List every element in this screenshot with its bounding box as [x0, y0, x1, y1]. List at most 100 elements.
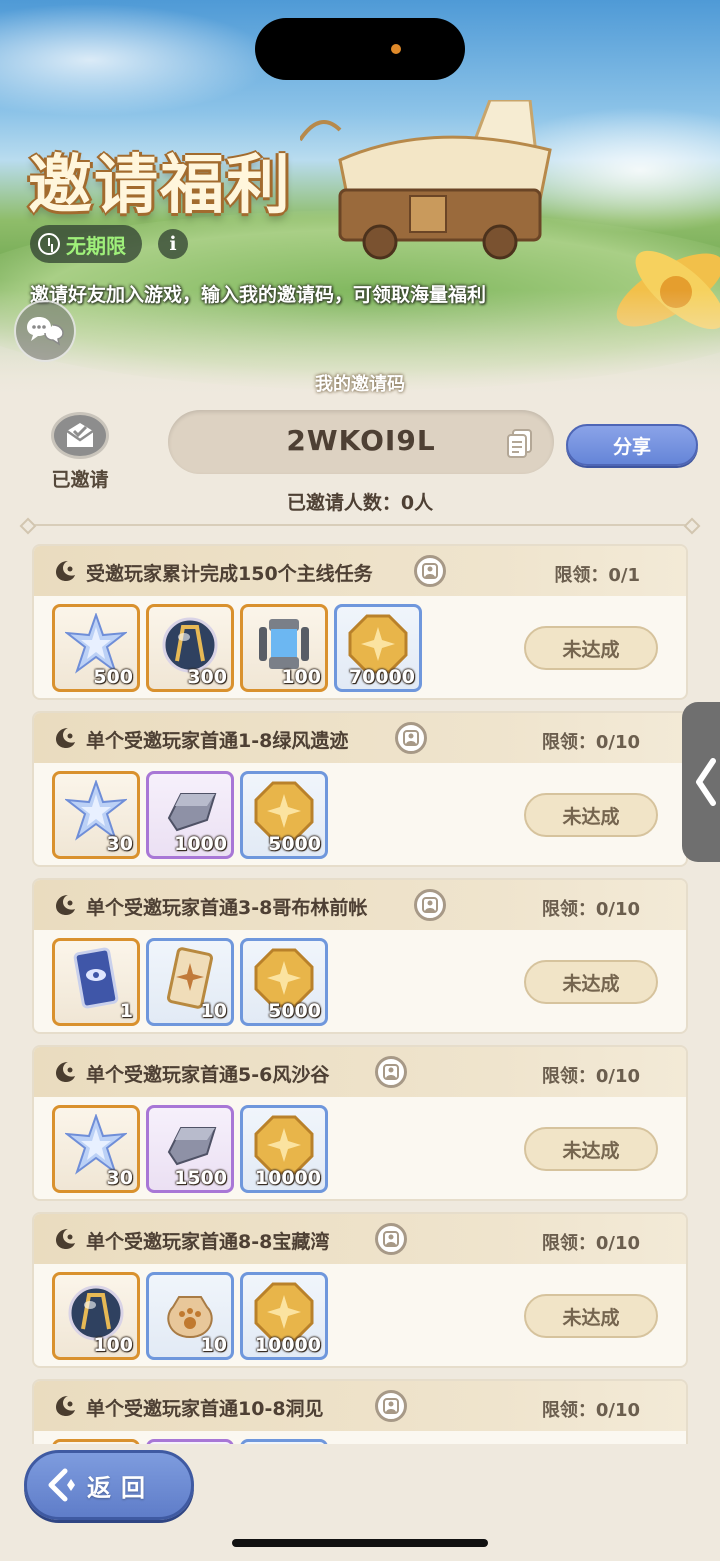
reward-item[interactable]: 1500	[146, 1105, 234, 1193]
reward-item[interactable]: 70000	[334, 604, 422, 692]
reward-quantity: 1500	[174, 1167, 227, 1189]
claim-limit: 限领：0/10	[541, 899, 640, 920]
claim-limit: 限领：0/10	[541, 1400, 640, 1421]
claim-button[interactable]: 未达成	[524, 793, 658, 837]
reward-quantity: 5000	[268, 833, 321, 855]
reward-item[interactable]: 500	[52, 604, 140, 692]
reward-quantity: 10000	[254, 1334, 321, 1356]
task-title: 受邀玩家累计完成150个主线任务	[86, 563, 373, 585]
invitee-info-icon[interactable]	[375, 1390, 407, 1422]
task-header: 单个受邀玩家首通3-8哥布林前帐 限领：0/10	[34, 880, 686, 930]
info-icon[interactable]: i	[158, 229, 188, 259]
claim-button[interactable]: 未达成	[524, 626, 658, 670]
task-title: 单个受邀玩家首通3-8哥布林前帐	[86, 897, 368, 919]
invited-list-button[interactable]: 已邀请	[44, 412, 116, 492]
reward-item[interactable]	[52, 1439, 140, 1444]
camera-notch	[255, 18, 465, 80]
reward-quantity: 1000	[174, 833, 227, 855]
task-card: 单个受邀玩家首通10-8洞见限领：0/10未达成	[32, 1379, 688, 1444]
reward-quantity: 500	[93, 666, 133, 688]
chat-bubble-icon	[27, 317, 64, 346]
claim-button[interactable]: 未达成	[524, 1294, 658, 1338]
invite-code-heading: 我的邀请码	[315, 374, 405, 395]
claim-limit: 限领：0/10	[541, 1066, 640, 1087]
invitee-info-icon[interactable]	[375, 1223, 407, 1255]
reward-quantity: 300	[187, 666, 227, 688]
reward-quantity: 30	[106, 833, 133, 855]
reward-item[interactable]: 100	[52, 1272, 140, 1360]
task-card: 单个受邀玩家首通3-8哥布林前帐 限领：0/10 1 10 5000 未达成	[32, 878, 688, 1034]
section-divider	[28, 524, 692, 526]
reward-item[interactable]: 300	[146, 604, 234, 692]
page-title: 邀请福利	[28, 148, 292, 223]
invited-circle	[51, 412, 109, 459]
copy-icon[interactable]	[504, 427, 536, 459]
reward-item[interactable]: 10	[146, 1272, 234, 1360]
reward-item[interactable]: 5000	[240, 938, 328, 1026]
moon-icon	[54, 559, 76, 587]
claim-button[interactable]: 未达成	[524, 1127, 658, 1171]
task-card: 单个受邀玩家首通8-8宝藏湾 限领：0/10 100 10 10000 未达成	[32, 1212, 688, 1368]
invitee-info-icon[interactable]	[394, 722, 427, 754]
reward-item[interactable]: 1	[52, 938, 140, 1026]
reward-item[interactable]	[240, 1439, 328, 1444]
claim-limit: 限领：0/1	[554, 565, 640, 586]
invitee-info-icon[interactable]	[414, 555, 446, 587]
reward-quantity: 100	[93, 1334, 133, 1356]
reward-quantity: 10	[200, 1000, 227, 1022]
task-title: 单个受邀玩家首通10-8洞见	[86, 1398, 324, 1420]
back-button[interactable]: 返回	[24, 1450, 194, 1520]
envelope-check-icon	[66, 422, 94, 447]
task-header: 受邀玩家累计完成150个主线任务 限领：0/1	[34, 546, 686, 596]
reward-item[interactable]: 10	[146, 938, 234, 1026]
chevron-left-icon	[696, 758, 716, 806]
reward-item[interactable]: 1000	[146, 771, 234, 859]
task-card: 受邀玩家累计完成150个主线任务 限领：0/1 500 300 100 70000 未达成	[32, 544, 688, 700]
invitee-info-icon[interactable]	[414, 889, 446, 921]
moon-icon	[54, 1060, 76, 1088]
task-list[interactable]: 受邀玩家累计完成150个主线任务 限领：0/1 500 300 100 70000 未达成单…	[32, 544, 688, 1444]
back-button-label: 返回	[87, 1473, 155, 1502]
side-panel-handle[interactable]	[682, 702, 720, 862]
reward-item[interactable]: 10000	[240, 1272, 328, 1360]
task-header: 单个受邀玩家首通5-6风沙谷 限领：0/10	[34, 1047, 686, 1097]
period-badge-label: 无期限	[66, 233, 126, 258]
clock-icon	[38, 233, 60, 255]
reward-quantity: 10	[200, 1334, 227, 1356]
task-title: 单个受邀玩家首通1-8绿风遗迹	[86, 730, 349, 752]
task-header: 单个受邀玩家首通1-8绿风遗迹 限领：0/10	[34, 713, 686, 763]
task-header: 单个受邀玩家首通10-8洞见 限领：0/10	[34, 1381, 686, 1431]
reward-item[interactable]: 5000	[240, 771, 328, 859]
moon-icon	[54, 893, 76, 921]
chat-button[interactable]	[14, 300, 76, 362]
claim-limit: 限领：0/10	[541, 1233, 640, 1254]
task-header: 单个受邀玩家首通8-8宝藏湾 限领：0/10	[34, 1214, 686, 1264]
reward-item[interactable]	[146, 1439, 234, 1444]
invited-count: 已邀请人数：0人	[286, 492, 434, 514]
back-arrow-icon	[48, 1468, 75, 1502]
reward-item[interactable]: 10000	[240, 1105, 328, 1193]
task-card: 单个受邀玩家首通5-6风沙谷 限领：0/10 30 1500 10000 未达成	[32, 1045, 688, 1201]
banner-subtitle: 邀请好友加入游戏，输入我的邀请码，可领取海量福利	[30, 284, 487, 306]
task-title: 单个受邀玩家首通8-8宝藏湾	[86, 1231, 330, 1253]
reward-item[interactable]: 30	[52, 771, 140, 859]
reward-quantity: 10000	[254, 1167, 321, 1189]
moon-icon	[54, 1227, 76, 1255]
moon-icon	[54, 726, 76, 754]
task-card: 单个受邀玩家首通1-8绿风遗迹 限领：0/10 30 1000 5000 未达成	[32, 711, 688, 867]
reward-quantity: 30	[106, 1167, 133, 1189]
reward-item[interactable]: 30	[52, 1105, 140, 1193]
share-button[interactable]: 分享	[566, 424, 698, 466]
home-indicator[interactable]	[232, 1539, 488, 1547]
invite-code: 2WKOI9L	[286, 424, 436, 457]
moon-icon	[54, 1394, 76, 1422]
claim-limit: 限领：0/10	[541, 732, 640, 753]
reward-quantity: 100	[281, 666, 321, 688]
invitee-info-icon[interactable]	[375, 1056, 407, 1088]
invite-code-box: 2WKOI9L	[168, 410, 554, 474]
task-title: 单个受邀玩家首通5-6风沙谷	[86, 1064, 330, 1086]
reward-item[interactable]: 100	[240, 604, 328, 692]
claim-button[interactable]: 未达成	[524, 960, 658, 1004]
period-badge: 无期限	[30, 225, 142, 263]
caravan-illustration	[300, 100, 552, 260]
